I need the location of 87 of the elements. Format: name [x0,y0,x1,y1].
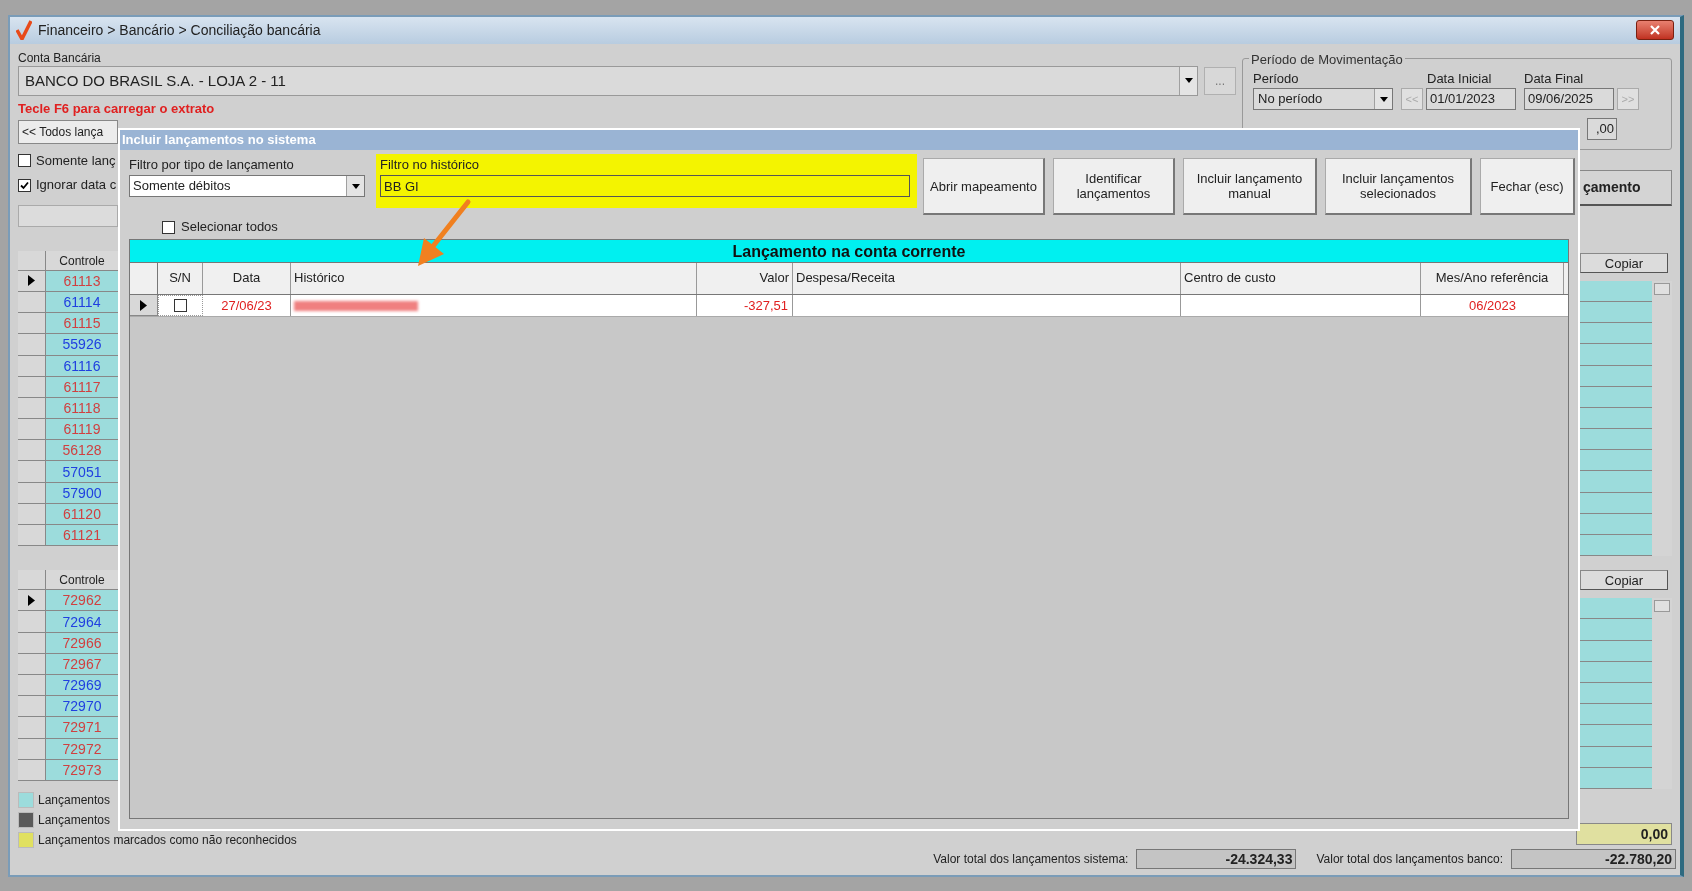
cell-text: 61115 [63,315,101,332]
field-label: Período [1253,69,1300,88]
cell-text: 61114 [63,294,101,311]
table-cell: 27/06/23 [203,295,291,316]
column-header: Mes/Ano referência [1421,263,1564,294]
cell-text: 72969 [62,677,102,694]
row-checkbox[interactable] [174,299,187,312]
grid-title: Lançamento na conta corrente [130,240,1568,263]
legend-label: Lançamentos [38,811,111,829]
cell-text: 61113 [63,272,101,289]
field-label: Filtro no histórico [380,157,480,173]
pointer-icon [28,594,35,606]
history-filter-field[interactable]: BB GI [380,175,910,197]
close-button[interactable] [1636,20,1674,41]
field-label: Valor total dos lançamentos banco: [1316,850,1503,868]
cell-text: 72972 [62,740,102,757]
filter-button[interactable]: << Todos lança [18,119,118,144]
copy-button[interactable]: Copiar [1580,252,1668,273]
cell-text: 72964 [62,613,102,630]
cell-text: 72967 [62,655,102,672]
system-total-field: -24.324,33 [1136,848,1297,869]
cell-text: 72970 [62,698,102,715]
caret-icon [1184,78,1193,84]
cell-text: 56128 [62,442,102,459]
check-logo-icon [16,20,32,41]
cell-text: 61116 [63,357,101,374]
select-all-checkbox[interactable] [162,220,175,234]
value-field[interactable]: ,00 [1587,118,1617,141]
option-label: Ignorar data c [36,176,117,195]
end-date-field[interactable]: 09/06/2025 [1524,88,1614,111]
option-checkbox[interactable] [18,154,31,168]
pointer-icon [140,299,147,311]
table-cell-text: 06/2023 [1468,297,1517,315]
cell-text: 72962 [62,592,102,609]
close-icon [1650,25,1660,36]
cell-text: 61120 [63,505,101,522]
legend-label: Lançamentos [38,791,111,809]
account-dropdown[interactable]: BANCO DO BRASIL S.A. - LOJA 2 - 11 [18,65,1198,96]
caret-icon [351,183,360,189]
window-title: Financeiro > Bancário > Conciliação bancária [38,20,321,40]
caret-icon [1379,96,1388,102]
column-header: Controle [46,250,118,271]
cell-text: 61118 [63,400,101,416]
copy-button[interactable]: Copiar [1580,570,1668,591]
type-filter-dropdown[interactable]: Somente débitos [129,175,365,197]
column-header: Valor [697,263,793,294]
dropdown-button[interactable] [1179,66,1197,95]
column-header: S/N [158,263,203,294]
option-checkbox[interactable] [18,178,31,192]
option-label: Somente lanç [36,151,116,170]
cell-text: 72973 [62,761,102,778]
cell-text: 57900 [62,484,102,501]
column-header: Data [203,263,291,294]
field-label: Data Final [1524,69,1585,88]
dialog-button[interactable]: Incluir lançamentos selecionados [1325,158,1472,215]
cell-text: 57051 [62,463,102,480]
dialog-button[interactable]: Identificar lançamentos [1053,158,1175,215]
column-header: Despesa/Receita [793,263,1181,294]
difference-field: 0,00 [1576,822,1672,845]
field-label: Valor total dos lançamentos sistema: [933,850,1129,868]
column-header: Controle [46,570,118,591]
hint-text: Tecle F6 para carregar o extrato [18,99,216,118]
column-header: Centro de custo [1181,263,1421,294]
legend-label: Lançamentos marcados como não reconhecidos [38,831,297,849]
bank-total-field: -22.780,20 [1511,848,1676,869]
dialog-button[interactable]: Abrir mapeamento [923,158,1045,215]
dropdown-button[interactable] [1374,89,1392,110]
dialog-title: Incluir lançamentos no sistema [122,131,316,150]
cell-text: 72966 [62,634,102,651]
dropdown-button[interactable] [346,176,364,196]
scrollbar[interactable] [1652,598,1672,789]
field-label: Filtro por tipo de lançamento [129,157,295,173]
field-label: Conta Bancária [18,49,102,66]
start-date-field[interactable]: 01/01/2023 [1426,88,1516,111]
field-label: Data Inicial [1426,69,1493,88]
table-cell: -327,51 [697,295,793,316]
cell-text: 55926 [62,336,102,353]
pointer-icon [28,275,35,287]
cell-text: 61119 [63,421,101,438]
cell-text: 61117 [63,378,101,395]
checkbox-label: Selecionar todos [181,218,278,237]
cell-text: 72971 [62,719,102,736]
period-dropdown[interactable]: No período [1253,88,1393,111]
scrollbar[interactable] [1652,280,1672,557]
dialog-button[interactable]: Fechar (esc) [1480,158,1575,215]
cell-text: 61121 [63,527,101,544]
dialog-button[interactable]: Incluir lançamento manual [1183,158,1317,215]
